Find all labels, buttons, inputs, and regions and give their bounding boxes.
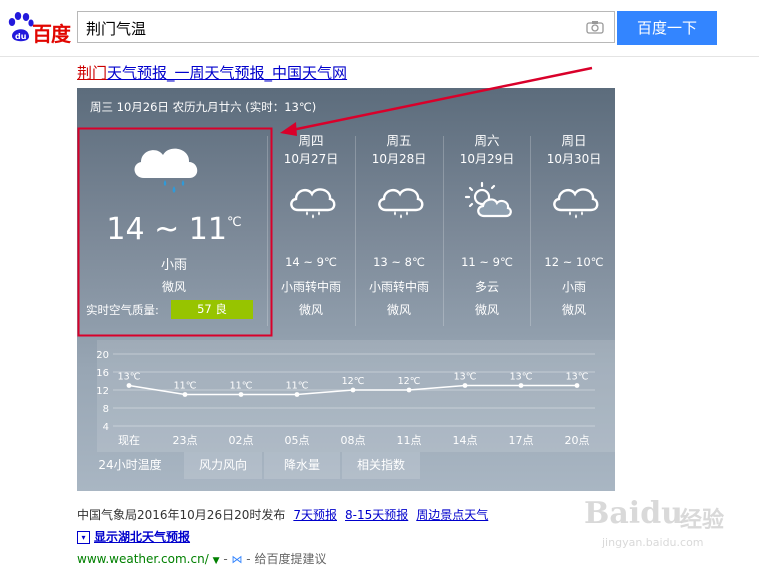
- x-tick-label: 23点: [173, 434, 198, 447]
- forecast-temperature: 13 ~ 8℃: [373, 255, 425, 269]
- title-highlight: 荆门: [77, 64, 108, 82]
- link-7day[interactable]: 7天预报: [293, 508, 337, 522]
- forecast-temperature: 11 ~ 9℃: [461, 255, 513, 269]
- x-tick-label: 14点: [453, 434, 478, 447]
- title-rest: 天气预报_一周天气预报_中国天气网: [107, 64, 348, 82]
- link-nearby[interactable]: 周边景点天气: [416, 508, 488, 522]
- rain-cloud-icon: [553, 188, 599, 219]
- temperature-data-label: 12℃: [398, 376, 421, 387]
- aqi-label: 实时空气质量:: [86, 303, 159, 317]
- temperature-data-label: 11℃: [174, 381, 197, 392]
- x-tick-label: 05点: [285, 434, 310, 447]
- temperature-point: [238, 392, 244, 397]
- search-input[interactable]: 荆门气温: [77, 11, 615, 43]
- temperature-point: [182, 392, 188, 397]
- header-divider: [0, 56, 759, 57]
- forecast-wind: 微风: [386, 303, 411, 317]
- feedback-icon[interactable]: ⋈: [231, 553, 242, 566]
- today-panel[interactable]: 14 ~ 11℃ 小雨 微风 实时空气质量: 57 良: [77, 128, 271, 335]
- forecast-date: 10月27日: [283, 152, 339, 166]
- rain-cloud-icon: [290, 188, 336, 219]
- temperature-point: [294, 392, 300, 397]
- search-query[interactable]: 荆门气温: [86, 18, 146, 39]
- weather-card: 周三 10月26日 农历九月廿六 (实时：13℃) 14 ~ 11℃ 小雨 微风…: [77, 88, 615, 491]
- expand-icon: ▾: [77, 531, 90, 544]
- forecast-date: 10月28日: [371, 152, 427, 166]
- temperature-data-label: 11℃: [286, 381, 309, 392]
- y-tick-label: 20: [96, 350, 109, 361]
- forecast-wind: 微风: [474, 303, 499, 317]
- temperature-point: [462, 383, 468, 388]
- x-tick-label: 20点: [565, 434, 590, 447]
- url-dropdown-icon[interactable]: ▼: [213, 556, 220, 566]
- watermark-brand: Baidu: [584, 496, 683, 531]
- x-tick-label: 02点: [229, 434, 254, 447]
- today-wind: 微风: [161, 280, 186, 294]
- search-button[interactable]: 百度一下: [617, 11, 717, 45]
- camera-icon[interactable]: [586, 20, 604, 34]
- paw-icon: du: [8, 12, 34, 42]
- forecast-wind: 微风: [561, 303, 586, 317]
- temperature-point: [574, 383, 580, 388]
- source-text: 中国气象局2016年10月26日20时发布: [77, 508, 286, 522]
- forecast-condition: 小雨: [561, 280, 586, 294]
- watermark-cn: 经验: [680, 508, 725, 533]
- temperature-data-label: 13℃: [510, 372, 533, 383]
- temperature-data-label: 13℃: [566, 372, 589, 383]
- today-temperature: 14 ~ 11℃: [106, 212, 242, 247]
- tab-indices[interactable]: 相关指数: [342, 452, 420, 479]
- watermark: Baidu 经验 jingyan.baidu.com: [584, 490, 759, 560]
- temperature-data-label: 11℃: [230, 381, 253, 392]
- y-tick-label: 16: [96, 368, 109, 379]
- forecast-date: 10月30日: [546, 152, 602, 166]
- x-tick-label: 现在: [118, 434, 140, 447]
- partly-cloudy-icon: [464, 181, 512, 218]
- aqi-badge[interactable]: 57 良: [171, 300, 253, 319]
- rain-cloud-icon: [134, 148, 198, 193]
- forecast-day-name: 周四: [298, 133, 324, 148]
- temperature-point: [406, 387, 412, 393]
- x-tick-label: 17点: [509, 434, 534, 447]
- weather-date-line: 周三 10月26日 农历九月廿六 (实时：13℃): [90, 100, 317, 114]
- forecast-condition: 小雨转中雨: [368, 280, 429, 294]
- rain-cloud-icon: [378, 188, 424, 219]
- temperature-data-label: 13℃: [118, 372, 141, 383]
- link-8-15day[interactable]: 8-15天预报: [345, 508, 408, 522]
- today-condition: 小雨: [160, 258, 187, 273]
- tab-precipitation[interactable]: 降水量: [264, 452, 340, 479]
- brand-text: 百度: [32, 22, 71, 46]
- temperature-data-label: 13℃: [454, 372, 477, 383]
- forecast-day-name: 周五: [386, 133, 412, 148]
- expand-label: 显示湖北天气预报: [94, 530, 191, 544]
- watermark-domain: jingyan.baidu.com: [602, 536, 704, 549]
- forecast-day-name: 周六: [474, 133, 500, 148]
- y-tick-label: 4: [103, 422, 109, 433]
- x-tick-label: 08点: [341, 434, 366, 447]
- y-tick-label: 8: [103, 404, 109, 415]
- temperature-point: [350, 387, 356, 393]
- expand-province-forecast[interactable]: ▾ 显示湖北天气预报: [77, 528, 190, 545]
- temp-unit: ℃: [226, 215, 242, 230]
- tab-wind[interactable]: 风力风向: [184, 452, 262, 479]
- x-tick-label: 11点: [397, 434, 422, 447]
- source-line: 中国气象局2016年10月26日20时发布 7天预报 8-15天预报 周边景点天气: [77, 506, 488, 523]
- svg-text:du: du: [15, 32, 27, 41]
- forecast-day-name: 周日: [561, 133, 587, 148]
- forecast-wind: 微风: [298, 303, 323, 317]
- forecast-temperature: 12 ~ 10℃: [544, 255, 604, 269]
- forecast-date: 10月29日: [459, 152, 515, 166]
- temperature-point: [518, 383, 524, 388]
- baidu-logo[interactable]: du 百度: [6, 8, 71, 48]
- forecast-condition: 多云: [474, 280, 499, 294]
- temperature-point: [126, 383, 132, 388]
- url-line: www.weather.com.cn/ ▼ - ⋈ - 给百度提建议: [77, 552, 327, 566]
- tab-24h-temperature[interactable]: 24小时温度: [77, 452, 183, 479]
- hourly-temperature-chart: 20 16 12 8 4 13℃ 现在 11℃ 23点 11℃ 02点 11℃ 05点 12℃ 08点 12℃…: [96, 340, 615, 452]
- forecast-condition: 小雨转中雨: [280, 280, 341, 294]
- result-title-link[interactable]: 荆门天气预报_一周天气预报_中国天气网: [77, 62, 347, 83]
- forecast-temperature: 14 ~ 9℃: [285, 255, 337, 269]
- y-tick-label: 12: [96, 386, 109, 397]
- temperature-data-label: 12℃: [342, 376, 365, 387]
